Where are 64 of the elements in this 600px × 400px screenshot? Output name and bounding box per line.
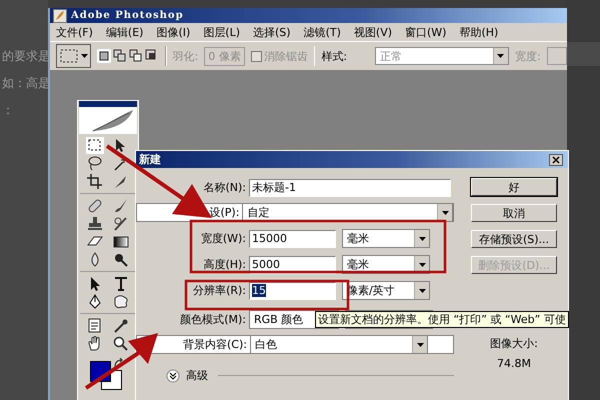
dropdown[interactable]: 自定 [242,203,453,222]
dialog-button[interactable]: 取消 [471,204,557,222]
image-size-label: 图像大小: [490,336,538,351]
unit-dropdown[interactable]: 毫米 [342,229,430,248]
menu-item[interactable]: 视图(V) [354,24,392,40]
number-field[interactable]: 15000 [249,230,336,248]
name-field[interactable]: 未标题-1 [249,178,451,196]
eyedropper-icon[interactable] [112,317,130,334]
field-label: 宽度(W): [200,231,246,246]
dropdown[interactable]: 白色 [250,335,428,354]
selection-mode-icon [129,49,143,63]
image-size-value: 74.8M [497,357,531,370]
tooltip: 设置新文档的分辨率。使用 “打印” 或 “Web” 可使 [315,311,569,328]
close-icon [549,154,563,166]
dropdown-arrow-icon [418,236,426,240]
stamp-icon[interactable] [86,215,104,232]
width-label: 宽度: [514,48,541,64]
dropdown-arrow-icon [81,54,88,58]
menu-item[interactable]: 窗口(W) [405,24,446,40]
menu-item[interactable]: 滤镜(T) [304,24,341,40]
feather-icon [53,8,67,22]
background-text: 的要求是 [1,48,48,65]
field-label: 分辨率(R): [193,283,246,298]
antialias-label: 消除锯齿 [264,48,308,64]
dropdown-arrow-icon [418,262,426,266]
background-panel [567,42,600,66]
menu-item[interactable]: 图像(I) [156,24,190,40]
dialog-button[interactable]: 好 [471,178,557,196]
menu-item[interactable]: 帮助(H) [459,24,498,40]
dropdown-arrow-icon [418,288,426,292]
menu-item[interactable]: 选择(S) [253,24,291,40]
menu-item[interactable]: 编辑(E) [106,24,144,40]
background-text: ： [1,102,15,119]
dialog-button[interactable]: 存储预设(S)... [471,230,557,248]
window-title: Adobe Photoshop [71,10,184,21]
lasso-icon[interactable] [86,155,104,172]
field-label: 高度(H): [203,257,246,272]
field-label: 颜色模式(M): [180,312,246,327]
dodge-icon[interactable] [112,251,130,268]
selection-mode-icon [113,49,127,63]
dropdown-arrow-icon [416,342,424,346]
field-label: 名称(N): [203,180,246,195]
menu-item[interactable]: 文件(F) [56,24,93,40]
background-text: 如：高是 [1,75,48,92]
marquee-icon[interactable] [86,137,104,154]
selection-mode-icon [97,49,111,63]
crop-icon[interactable] [86,173,104,190]
width-field[interactable] [546,47,567,65]
number-field[interactable]: 15 [249,282,336,300]
feather-label: 羽化: [172,48,198,64]
style-label: 样式: [321,48,348,64]
field-label: 背景内容(C): [183,337,247,352]
field-label: 设(P): [209,205,240,220]
palette-header [79,101,137,107]
dropdown-arrow-icon [442,210,448,214]
type-icon[interactable] [112,275,130,292]
advanced-label[interactable]: 高级 [186,368,208,383]
dialog-title: 新建 [139,152,161,167]
magnifier-icon[interactable] [112,335,130,352]
shape-icon[interactable] [112,293,130,310]
marquee-icon [59,48,79,64]
menu-item[interactable]: 图层(L) [203,24,240,40]
tool-preset-picker[interactable] [56,44,91,68]
dropdown-arrow-icon [497,54,504,58]
